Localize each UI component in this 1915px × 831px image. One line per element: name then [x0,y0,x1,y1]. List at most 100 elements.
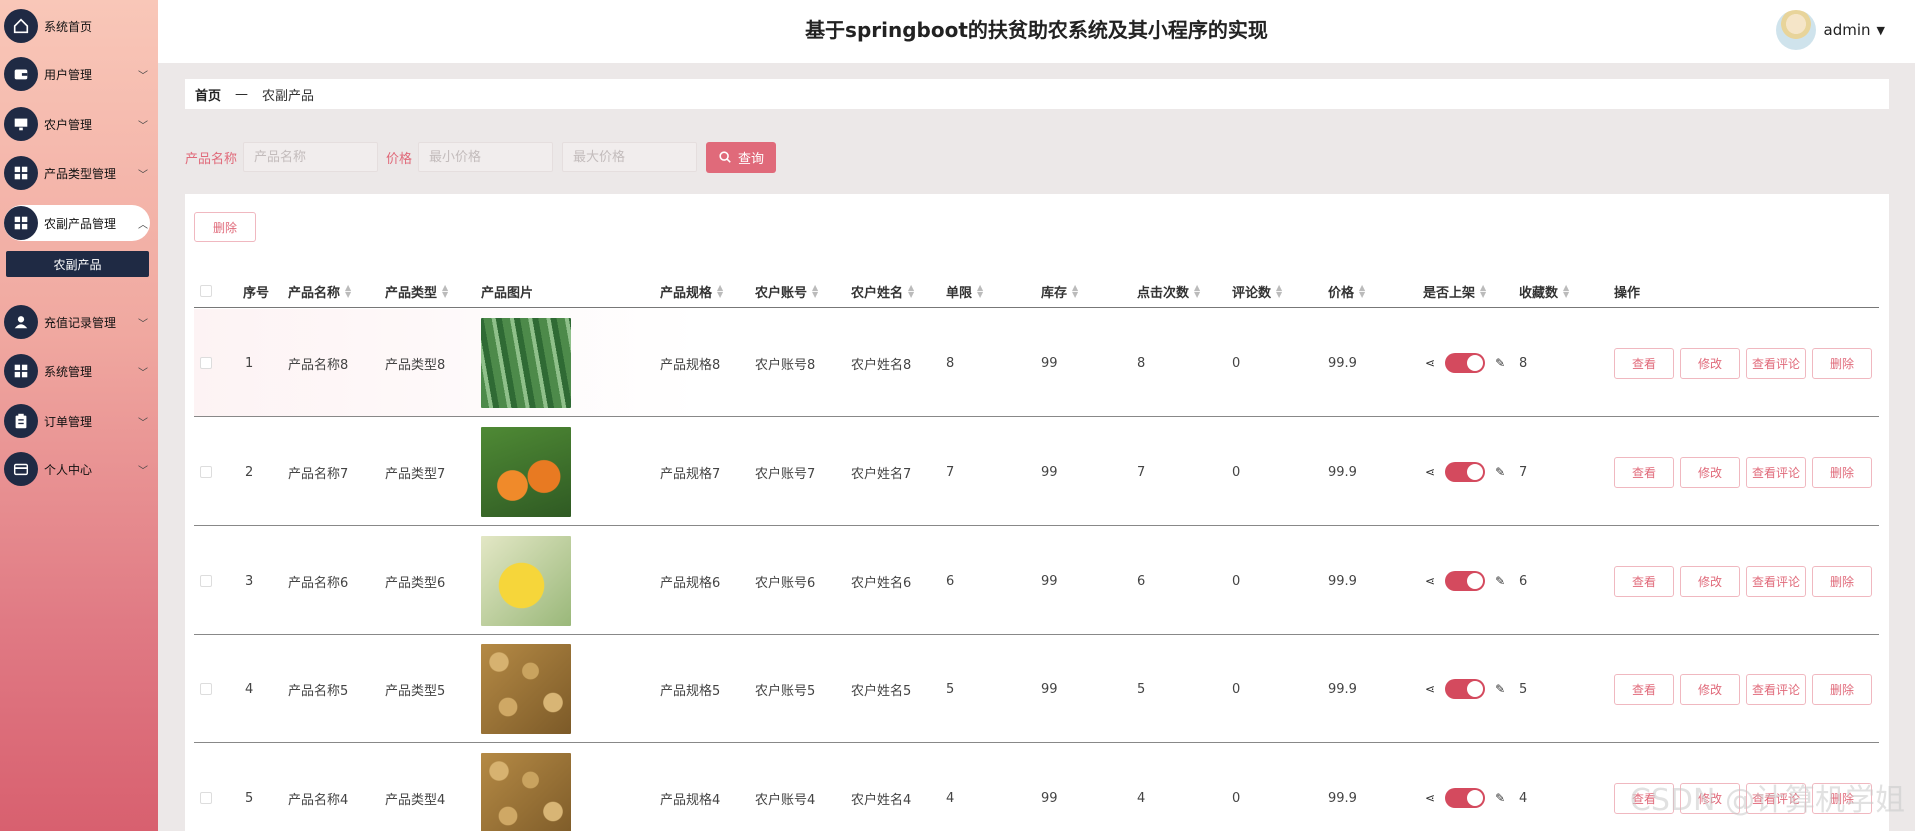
sort-icon[interactable]: ▲ ▼ [442,284,448,299]
row-checkbox[interactable] [200,357,212,369]
batch-delete-button[interactable]: 删除 [194,212,256,242]
col-limit[interactable]: 单限 ▲ ▼ [946,274,983,308]
sort-icon[interactable]: ▲ ▼ [1276,284,1282,299]
col-image: 产品图片 [481,285,534,301]
listed-toggle[interactable] [1445,571,1486,591]
sidebar-item-system[interactable]: 系统管理 ﹀ [4,353,150,389]
caret-down-icon[interactable]: ▼ [1877,24,1885,37]
cell-comments: 0 [1232,355,1241,371]
col-type[interactable]: 产品类型 ▲ ▼ [385,274,448,308]
listed-toggle[interactable] [1445,788,1486,808]
cell-stock: 99 [1041,790,1058,806]
col-listed[interactable]: 是否上架 ▲ ▼ [1423,274,1486,308]
row-checkbox[interactable] [200,575,212,587]
breadcrumb-home[interactable]: 首页 [195,85,221,104]
sidebar-item-profile[interactable]: 个人中心 ﹀ [4,451,150,487]
sort-icon[interactable]: ▲ ▼ [1480,284,1486,299]
user-menu[interactable]: admin ▼ [1775,10,1885,50]
product-image[interactable] [481,318,571,408]
sidebar-item-recharge[interactable]: 充值记录管理 ﹀ [4,304,150,340]
edit-icon[interactable]: ✎ [1495,465,1505,479]
col-price[interactable]: 价格 ▲ ▼ [1328,274,1365,308]
edit-button[interactable]: 修改 [1680,456,1740,488]
sort-icon[interactable]: ▲ ▼ [1563,284,1569,299]
sort-icon[interactable]: ▲ ▼ [1359,284,1365,299]
edit-button[interactable]: 修改 [1680,347,1740,379]
product-name-input[interactable] [243,142,379,172]
col-name-label: 产品名称 [288,285,341,301]
edit-icon[interactable]: ✎ [1495,682,1505,696]
user-name[interactable]: admin [1824,21,1871,39]
cell-no: 3 [245,573,254,589]
sidebar-subitem-products[interactable]: 农副产品 [6,251,149,277]
sort-icon[interactable]: ▲ ▼ [977,284,983,299]
col-comments[interactable]: 评论数 ▲ ▼ [1232,274,1282,308]
sort-icon[interactable]: ▲ ▼ [812,284,818,299]
sidebar-item-farmers[interactable]: 农户管理 ﹀ [4,106,150,142]
col-account[interactable]: 农户账号 ▲ ▼ [755,274,818,308]
cell-favorites: 5 [1519,681,1528,697]
share-icon[interactable]: ⋖ [1425,682,1435,696]
query-button[interactable]: 查询 [706,141,777,173]
delete-button[interactable]: 删除 [1812,673,1872,705]
cell-limit: 6 [946,573,955,589]
sort-icon[interactable]: ▲ ▼ [1194,284,1200,299]
view-reviews-button[interactable]: 查看评论 [1746,673,1806,705]
sort-icon[interactable]: ▲ ▼ [1072,284,1078,299]
cell-name: 产品名称4 [288,792,349,808]
min-price-input[interactable] [418,142,554,172]
sort-icon[interactable]: ▲ ▼ [345,284,351,299]
sort-icon[interactable]: ▲ ▼ [717,284,723,299]
sidebar-item-product-types[interactable]: 产品类型管理 ﹀ [4,155,150,191]
cell-stock: 99 [1041,464,1058,480]
product-image[interactable] [481,644,571,734]
table-row: 1 产品名称8 产品类型8 产品规格8 农户账号8 农户姓名8 8 99 8 0… [194,309,1879,417]
view-reviews-button[interactable]: 查看评论 [1746,347,1806,379]
view-reviews-button[interactable]: 查看评论 [1746,456,1806,488]
edit-icon[interactable]: ✎ [1495,791,1505,805]
listed-toggle[interactable] [1445,353,1486,373]
product-image[interactable] [481,427,571,517]
col-stock[interactable]: 库存 ▲ ▼ [1041,274,1078,308]
view-button[interactable]: 查看 [1614,456,1674,488]
delete-button[interactable]: 删除 [1812,347,1872,379]
col-favorites[interactable]: 收藏数 ▲ ▼ [1519,274,1569,308]
row-checkbox[interactable] [200,466,212,478]
listed-toggle[interactable] [1445,462,1486,482]
sidebar-item-home[interactable]: 系统首页 [4,8,150,44]
col-spec[interactable]: 产品规格 ▲ ▼ [660,274,723,308]
share-icon[interactable]: ⋖ [1425,465,1435,479]
sort-icon[interactable]: ▲ ▼ [908,284,914,299]
sidebar-item-users[interactable]: 用户管理 ﹀ [4,56,150,92]
edit-icon[interactable]: ✎ [1495,356,1505,370]
row-checkbox[interactable] [200,792,212,804]
listed-toggle[interactable] [1445,679,1486,699]
sidebar-item-orders[interactable]: 订单管理 ﹀ [4,403,150,439]
edit-icon[interactable]: ✎ [1495,574,1505,588]
share-icon[interactable]: ⋖ [1425,791,1435,805]
select-all-checkbox[interactable] [200,285,212,297]
col-clicks[interactable]: 点击次数 ▲ ▼ [1137,274,1200,308]
view-reviews-button[interactable]: 查看评论 [1746,565,1806,597]
edit-button[interactable]: 修改 [1680,673,1740,705]
breadcrumb: 首页 — 农副产品 [185,79,1889,109]
delete-button[interactable]: 删除 [1812,565,1872,597]
table-header: 序号 产品名称 ▲ ▼ 产品类型 ▲ ▼ 产品图片 产品规格 ▲ ▼ 农户账号 ▲ ▼ 农户姓名… [194,274,1879,308]
avatar[interactable] [1775,10,1816,50]
sidebar-item-products[interactable]: 农副产品管理 ︿ [4,205,150,241]
row-checkbox[interactable] [200,683,212,695]
edit-button[interactable]: 修改 [1680,565,1740,597]
col-name[interactable]: 产品名称 ▲ ▼ [288,274,351,308]
col-farmer[interactable]: 农户姓名 ▲ ▼ [851,274,914,308]
share-icon[interactable]: ⋖ [1425,356,1435,370]
view-button[interactable]: 查看 [1614,673,1674,705]
chevron-down-icon: ﹀ [138,417,148,429]
product-image[interactable] [481,536,571,626]
product-image[interactable] [481,753,571,831]
view-button[interactable]: 查看 [1614,347,1674,379]
delete-button[interactable]: 删除 [1812,456,1872,488]
max-price-input[interactable] [562,142,698,172]
share-icon[interactable]: ⋖ [1425,574,1435,588]
sidebar-item-label: 产品类型管理 [44,166,117,181]
view-button[interactable]: 查看 [1614,565,1674,597]
